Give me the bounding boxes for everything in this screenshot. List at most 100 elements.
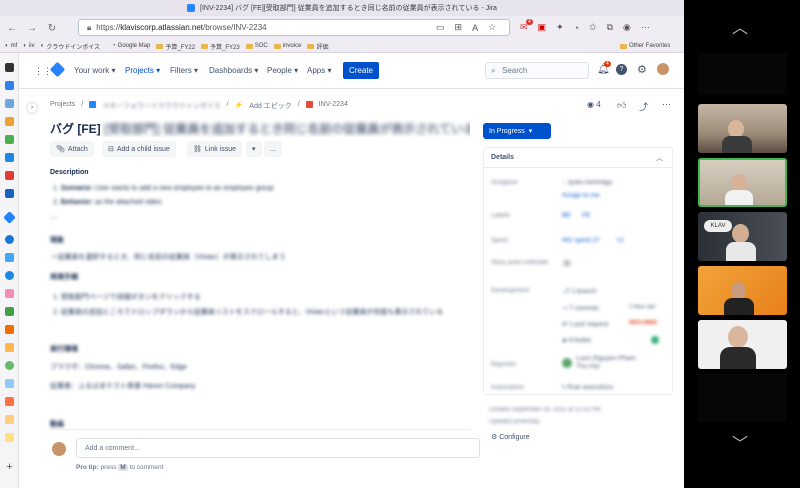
- back-icon[interactable]: ←: [6, 22, 18, 34]
- video-tile[interactable]: [698, 320, 787, 369]
- description-body[interactable]: 1. Scenario: User wants to add a new emp…: [53, 182, 473, 210]
- bookmark-folder[interactable]: 予算_FY23: [201, 42, 240, 51]
- create-button[interactable]: Create: [343, 62, 379, 79]
- bookmark-folder[interactable]: 予算_FY22: [156, 42, 195, 51]
- video-tile-active-speaker[interactable]: [698, 158, 787, 207]
- link-dropdown-button[interactable]: ▾: [246, 141, 262, 157]
- expand-sidebar-button[interactable]: ›: [26, 102, 38, 114]
- bookmark-item[interactable]: ◐ クラウドインボイス: [41, 42, 100, 51]
- details-header[interactable]: Details ︿: [484, 148, 672, 168]
- breadcrumb-issue-key[interactable]: INV-2234: [319, 101, 348, 111]
- bookmark-folder[interactable]: 評価: [307, 42, 328, 51]
- status-button[interactable]: In Progress ▾: [483, 123, 551, 139]
- nav-projects[interactable]: Projects ▾: [125, 66, 160, 75]
- sidebar-app-icon[interactable]: [5, 325, 14, 334]
- favorites-icon[interactable]: ✩: [589, 22, 597, 33]
- sidebar-app-icon[interactable]: [5, 271, 14, 280]
- assign-to-me-link[interactable]: Assign to me: [562, 192, 600, 199]
- branch-link[interactable]: ⎇ 1 branch: [562, 287, 597, 295]
- add-app-icon[interactable]: +: [5, 462, 14, 473]
- puzzle-extension-icon[interactable]: ✦: [556, 22, 564, 33]
- assignee-value[interactable]: ◌ ryoko tominaga: [562, 179, 612, 186]
- jira-sidebar-icon[interactable]: [3, 211, 16, 224]
- page-title[interactable]: バグ [FE] [受取部門] 従業員を追加するとき同じ名前の従業員が表示されてい…: [50, 120, 470, 137]
- pull-request-link[interactable]: ⇄ 1 pull request: [562, 320, 608, 328]
- commits-link[interactable]: ⊸ 7 commits: [562, 304, 599, 312]
- sprint-value[interactable]: INV sprint 27: [562, 237, 600, 244]
- notifications-icon[interactable]: 🔔︎ 4: [597, 61, 611, 75]
- reload-icon[interactable]: ↻: [46, 22, 58, 34]
- video-tile[interactable]: [698, 266, 787, 315]
- more-actions-icon[interactable]: ⋯: [662, 99, 671, 110]
- sidebar-app-icon[interactable]: [5, 189, 14, 198]
- sync-icon[interactable]: ◔: [574, 23, 579, 33]
- sidebar-app-icon[interactable]: [5, 307, 14, 316]
- sidebar-app-icon[interactable]: [5, 171, 14, 180]
- sidebar-app-icon[interactable]: [5, 153, 14, 162]
- sidebar-app-icon[interactable]: [5, 63, 14, 72]
- sidebar-app-icon[interactable]: [5, 253, 14, 262]
- mail-extension-icon[interactable]: ✉ 4: [520, 19, 533, 33]
- share-icon[interactable]: ⤴: [639, 100, 648, 113]
- watch-button[interactable]: ◉ 4: [587, 100, 601, 109]
- favorite-star-icon[interactable]: ☆: [488, 22, 496, 33]
- sidebar-app-icon[interactable]: [5, 415, 14, 424]
- automation-value[interactable]: ϟ Rule executions: [562, 384, 614, 391]
- sidebar-app-icon[interactable]: [5, 235, 14, 244]
- more-toolbar-button[interactable]: ...: [264, 141, 282, 157]
- breadcrumb-projects[interactable]: Projects: [50, 101, 75, 111]
- reporter-value[interactable]: Luon (Nguyen Pham Thu Ha): [576, 355, 646, 371]
- nav-dashboards[interactable]: Dashboards ▾: [209, 66, 258, 75]
- nav-people[interactable]: People ▾: [267, 66, 298, 75]
- bookmark-item[interactable]: ◐ iiv: [23, 43, 34, 49]
- label-tag[interactable]: BE: [562, 212, 571, 219]
- sidebar-app-icon[interactable]: [5, 379, 14, 388]
- collections-icon[interactable]: ⧉: [607, 22, 613, 33]
- builds-link[interactable]: ◈ 8 builds: [562, 336, 591, 344]
- settings-gear-icon[interactable]: ⚙: [637, 63, 647, 76]
- search-input[interactable]: ⌕ Search: [485, 62, 589, 79]
- video-tile[interactable]: [698, 104, 787, 153]
- nav-your-work[interactable]: Your work ▾: [74, 66, 116, 75]
- chevron-down-icon: ▾: [528, 128, 533, 135]
- vote-icon[interactable]: 👍︎: [617, 100, 626, 111]
- breadcrumb-project[interactable]: マネーフォワードクラウドインボイス: [102, 101, 220, 111]
- bookmark-item[interactable]: ◐ mf: [5, 43, 17, 49]
- sidebar-app-icon[interactable]: [5, 289, 14, 298]
- configure-link[interactable]: ⚙ Configure: [491, 433, 530, 441]
- scroll-up-button[interactable]: ︿: [732, 14, 748, 38]
- add-child-button[interactable]: ⊟ Add a child issue: [102, 141, 176, 157]
- other-favorites[interactable]: Other Favorites: [620, 43, 670, 49]
- browser-menu-icon[interactable]: ⋯: [641, 22, 650, 33]
- red-extension-icon[interactable]: ▣: [538, 22, 547, 33]
- comment-input[interactable]: Add a comment...: [76, 438, 480, 458]
- avatar[interactable]: [657, 63, 669, 75]
- bookmark-folder[interactable]: SOC: [245, 43, 268, 49]
- sidebar-app-icon[interactable]: [5, 361, 14, 370]
- read-aloud-icon[interactable]: A: [472, 23, 478, 33]
- cast-icon[interactable]: ▭: [436, 22, 445, 33]
- nav-filters[interactable]: Filters ▾: [170, 66, 198, 75]
- sidebar-app-icon[interactable]: [5, 81, 14, 90]
- sidebar-app-icon[interactable]: [5, 99, 14, 108]
- sidebar-app-icon[interactable]: [5, 397, 14, 406]
- sidebar-app-icon[interactable]: [5, 343, 14, 352]
- apps-icon[interactable]: ⊞: [455, 22, 463, 33]
- sidebar-app-icon[interactable]: [5, 117, 14, 126]
- attach-button[interactable]: 📎︎ Attach: [50, 141, 94, 157]
- nav-apps[interactable]: Apps ▾: [307, 66, 331, 75]
- profile-icon[interactable]: ◉: [623, 22, 631, 33]
- breadcrumb-epic[interactable]: Add エピック: [249, 101, 291, 111]
- sprint-more[interactable]: +2: [616, 237, 623, 244]
- help-icon[interactable]: ?: [616, 64, 627, 75]
- scroll-down-button[interactable]: ﹀: [732, 430, 748, 454]
- story-points-value[interactable]: 5: [562, 260, 572, 267]
- video-tile[interactable]: KLAV: [698, 212, 787, 261]
- link-issue-button[interactable]: ⛓ Link issue: [187, 141, 243, 157]
- sidebar-app-icon[interactable]: [5, 135, 14, 144]
- bookmark-folder[interactable]: invoice: [273, 43, 301, 49]
- sidebar-app-icon[interactable]: [5, 433, 14, 442]
- forward-icon[interactable]: →: [26, 22, 38, 34]
- label-tag[interactable]: FE: [582, 212, 590, 219]
- bookmark-item[interactable]: ◔ Google Map: [112, 43, 150, 49]
